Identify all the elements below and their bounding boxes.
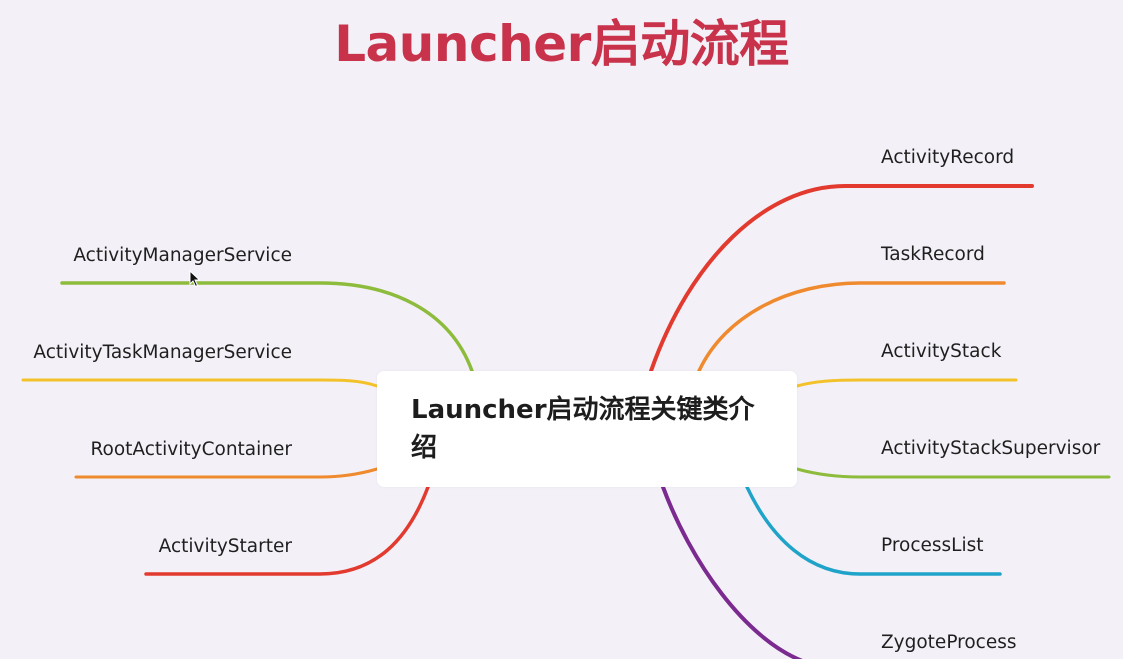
node-activitystacksupervisor[interactable]: ActivityStackSupervisor (881, 438, 1100, 459)
node-activitystarter[interactable]: ActivityStarter (159, 536, 292, 557)
node-processlist[interactable]: ProcessList (881, 535, 984, 556)
branch-line-activitystarter (144, 485, 430, 576)
node-taskrecord[interactable]: TaskRecord (881, 244, 985, 265)
branch-line-zygoteprocess (661, 485, 804, 659)
branch-line-activitytaskmanagerservice (21, 378, 379, 388)
node-activitytaskmanagerservice[interactable]: ActivityTaskManagerService (33, 342, 292, 363)
branch-line-activitystack (795, 378, 1018, 388)
central-topic[interactable]: Launcher启动流程关键类介绍 (377, 371, 797, 487)
branch-line-processlist (745, 485, 1002, 576)
node-zygoteprocess[interactable]: ZygoteProcess (881, 632, 1017, 653)
branch-line-rootactivitycontainer (74, 467, 379, 479)
node-activitystack[interactable]: ActivityStack (881, 341, 1001, 362)
mouse-cursor-icon (189, 270, 201, 288)
mindmap-connectors (21, 184, 1111, 659)
branch-line-activitystacksupervisor (795, 467, 1111, 479)
node-activitymanagerservice[interactable]: ActivityManagerService (73, 245, 292, 266)
node-activityrecord[interactable]: ActivityRecord (881, 147, 1014, 168)
node-rootactivitycontainer[interactable]: RootActivityContainer (90, 439, 292, 460)
